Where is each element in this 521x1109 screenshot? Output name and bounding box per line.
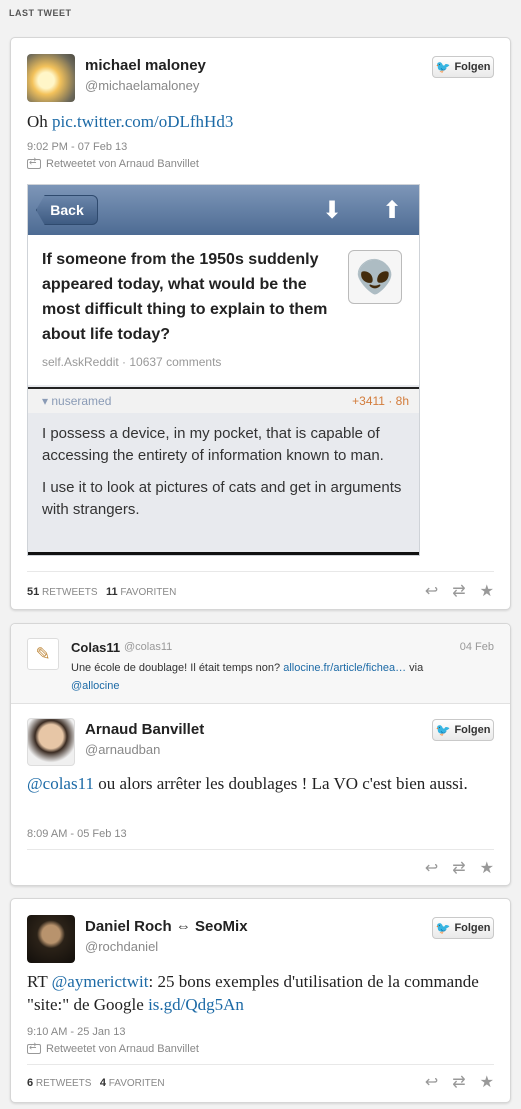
section-label: LAST TWEET (9, 8, 72, 18)
tweet-timestamp[interactable]: 9:10 AM - 25 Jan 13 (27, 1026, 125, 1038)
star-icon[interactable]: ★ (480, 581, 494, 601)
retweets-count[interactable]: 51 (27, 586, 39, 598)
avatar[interactable] (27, 915, 75, 963)
arrow-up-icon: ⬆ (382, 197, 403, 224)
image-bottom-bar (28, 552, 419, 555)
embedded-image[interactable]: Back ⬇ ⬆ If someone from the 1950s sudde… (27, 184, 420, 556)
retweet-small-icon (27, 1041, 41, 1054)
quoted-avatar[interactable]: ✎ (27, 638, 59, 670)
quoted-tweet[interactable]: ✎ Colas11 @colas11 04 Feb Une école de d… (11, 624, 510, 704)
tweet-stats: 51 RETWEETS 11 FAVORITEN (27, 586, 176, 598)
image-nav-bar: Back ⬇ ⬆ (28, 185, 419, 235)
author-handle[interactable]: @michaelamaloney (85, 78, 199, 93)
image-question-box: If someone from the 1950s suddenly appea… (28, 235, 419, 385)
favorites-count[interactable]: 11 (106, 586, 118, 598)
reply-icon[interactable]: ↩ (425, 858, 438, 878)
divider (27, 1064, 494, 1065)
retweets-count[interactable]: 6 (27, 1077, 33, 1089)
follow-button[interactable]: 🐦 Folgen (432, 917, 494, 939)
quoted-author-name[interactable]: Colas11 (71, 640, 120, 655)
favorites-label: FAVORITEN (108, 1078, 165, 1089)
quoted-via: via (406, 662, 424, 674)
reply-icon[interactable]: ↩ (425, 581, 438, 601)
arrow-down-icon: ⬇ (322, 197, 343, 224)
follow-label: Folgen (454, 724, 491, 736)
tweet-card: ✎ Colas11 @colas11 04 Feb Une école de d… (10, 623, 511, 886)
tweet-actions: ↩ ⇄ ★ (425, 1072, 494, 1092)
tweet-stats: 6 RETWEETS 4 FAVORITEN (27, 1077, 165, 1089)
follow-label: Folgen (454, 922, 491, 934)
retweeted-by: Retweetet von Arnaud Banvillet (27, 1041, 199, 1055)
tweet-text: @colas11 ou alors arrêter les doublages … (27, 772, 497, 795)
author-name[interactable]: michael maloney (85, 57, 206, 74)
star-icon[interactable]: ★ (480, 1072, 494, 1092)
twitter-bird-icon: 🐦 (435, 921, 451, 935)
quoted-date[interactable]: 04 Feb (460, 641, 494, 653)
tweet-mention[interactable]: @colas11 (27, 774, 94, 793)
quoted-author-handle[interactable]: @colas11 (124, 641, 172, 653)
tweet-mention[interactable]: @aymerictwit (52, 972, 149, 991)
retweeted-by-label: Retweetet von Arnaud Banvillet (46, 1043, 199, 1055)
twitter-bird-icon: 🐦 (435, 60, 451, 74)
follow-label: Folgen (454, 61, 491, 73)
tweet-text-body: ou alors arrêter les doublages ! La VO c… (93, 774, 468, 793)
follow-button[interactable]: 🐦 Folgen (432, 56, 494, 78)
favorites-label: FAVORITEN (120, 587, 177, 598)
author-name[interactable]: Daniel Roch ⇔ SeoMix (85, 918, 248, 935)
retweeted-by-label: Retweetet von Arnaud Banvillet (46, 158, 199, 170)
tweet-card: michael maloney @michaelamaloney 🐦 Folge… (10, 37, 511, 610)
tweet-actions: ↩ ⇄ ★ (425, 581, 494, 601)
tweet-text-prefix: RT (27, 972, 52, 991)
tweet-actions: ↩ ⇄ ★ (425, 858, 494, 878)
author-handle[interactable]: @arnaudban (85, 742, 160, 757)
avatar[interactable] (27, 54, 75, 102)
twitter-bird-icon: 🐦 (435, 723, 451, 737)
star-icon[interactable]: ★ (480, 858, 494, 878)
follow-button[interactable]: 🐦 Folgen (432, 719, 494, 741)
retweet-small-icon (27, 156, 41, 169)
image-comment-body: I possess a device, in my pocket, that i… (42, 423, 412, 531)
retweet-icon[interactable]: ⇄ (452, 858, 465, 878)
quoted-text: Une école de doublage! Il était temps no… (71, 659, 491, 695)
retweets-label: RETWEETS (42, 587, 98, 598)
retweets-label: RETWEETS (35, 1078, 92, 1089)
avatar[interactable] (27, 718, 75, 766)
image-comment-header: ▾ nuseramed +3411 · 8h (28, 389, 419, 413)
retweet-icon[interactable]: ⇄ (452, 581, 465, 601)
image-comment-p1: I possess a device, in my pocket, that i… (42, 425, 384, 464)
tweet-card: Daniel Roch ⇔ SeoMix @rochdaniel 🐦 Folge… (10, 898, 511, 1103)
quoted-mention[interactable]: @allocine (71, 680, 119, 692)
image-comment-p2: I use it to look at pictures of cats and… (42, 479, 402, 518)
quoted-link[interactable]: allocine.fr/article/fichea… (283, 662, 406, 674)
favorites-count[interactable]: 4 (100, 1077, 106, 1089)
author-handle[interactable]: @rochdaniel (85, 939, 158, 954)
tweet-timestamp[interactable]: 8:09 AM - 05 Feb 13 (27, 828, 127, 840)
divider (27, 571, 494, 572)
divider (27, 849, 494, 850)
reply-icon[interactable]: ↩ (425, 1072, 438, 1092)
image-question: If someone from the 1950s suddenly appea… (42, 251, 328, 343)
author-name[interactable]: Arnaud Banvillet (85, 721, 204, 738)
tweet-text: RT @aymerictwit: 25 bons exemples d'util… (27, 970, 497, 1016)
image-question-meta: self.AskReddit · 10637 comments (42, 355, 222, 369)
retweet-icon[interactable]: ⇄ (452, 1072, 465, 1092)
tweet-text-prefix: Oh (27, 112, 53, 131)
retweeted-by: Retweetet von Arnaud Banvillet (27, 156, 199, 170)
image-comment-user: ▾ nuseramed (42, 394, 112, 408)
back-button: Back (36, 195, 98, 225)
tweet-link[interactable]: is.gd/Qdg5An (148, 995, 244, 1014)
reddit-alien-icon: 👽 (348, 250, 402, 304)
quoted-text-body: Une école de doublage! Il était temps no… (71, 662, 284, 674)
tweet-timestamp[interactable]: 9:02 PM - 07 Feb 13 (27, 141, 127, 153)
tweet-text: Oh pic.twitter.com/oDLfhHd3 (27, 110, 497, 133)
tweet-link[interactable]: pic.twitter.com/oDLfhHd3 (52, 112, 233, 131)
image-comment-score: +3411 · 8h (352, 394, 409, 408)
